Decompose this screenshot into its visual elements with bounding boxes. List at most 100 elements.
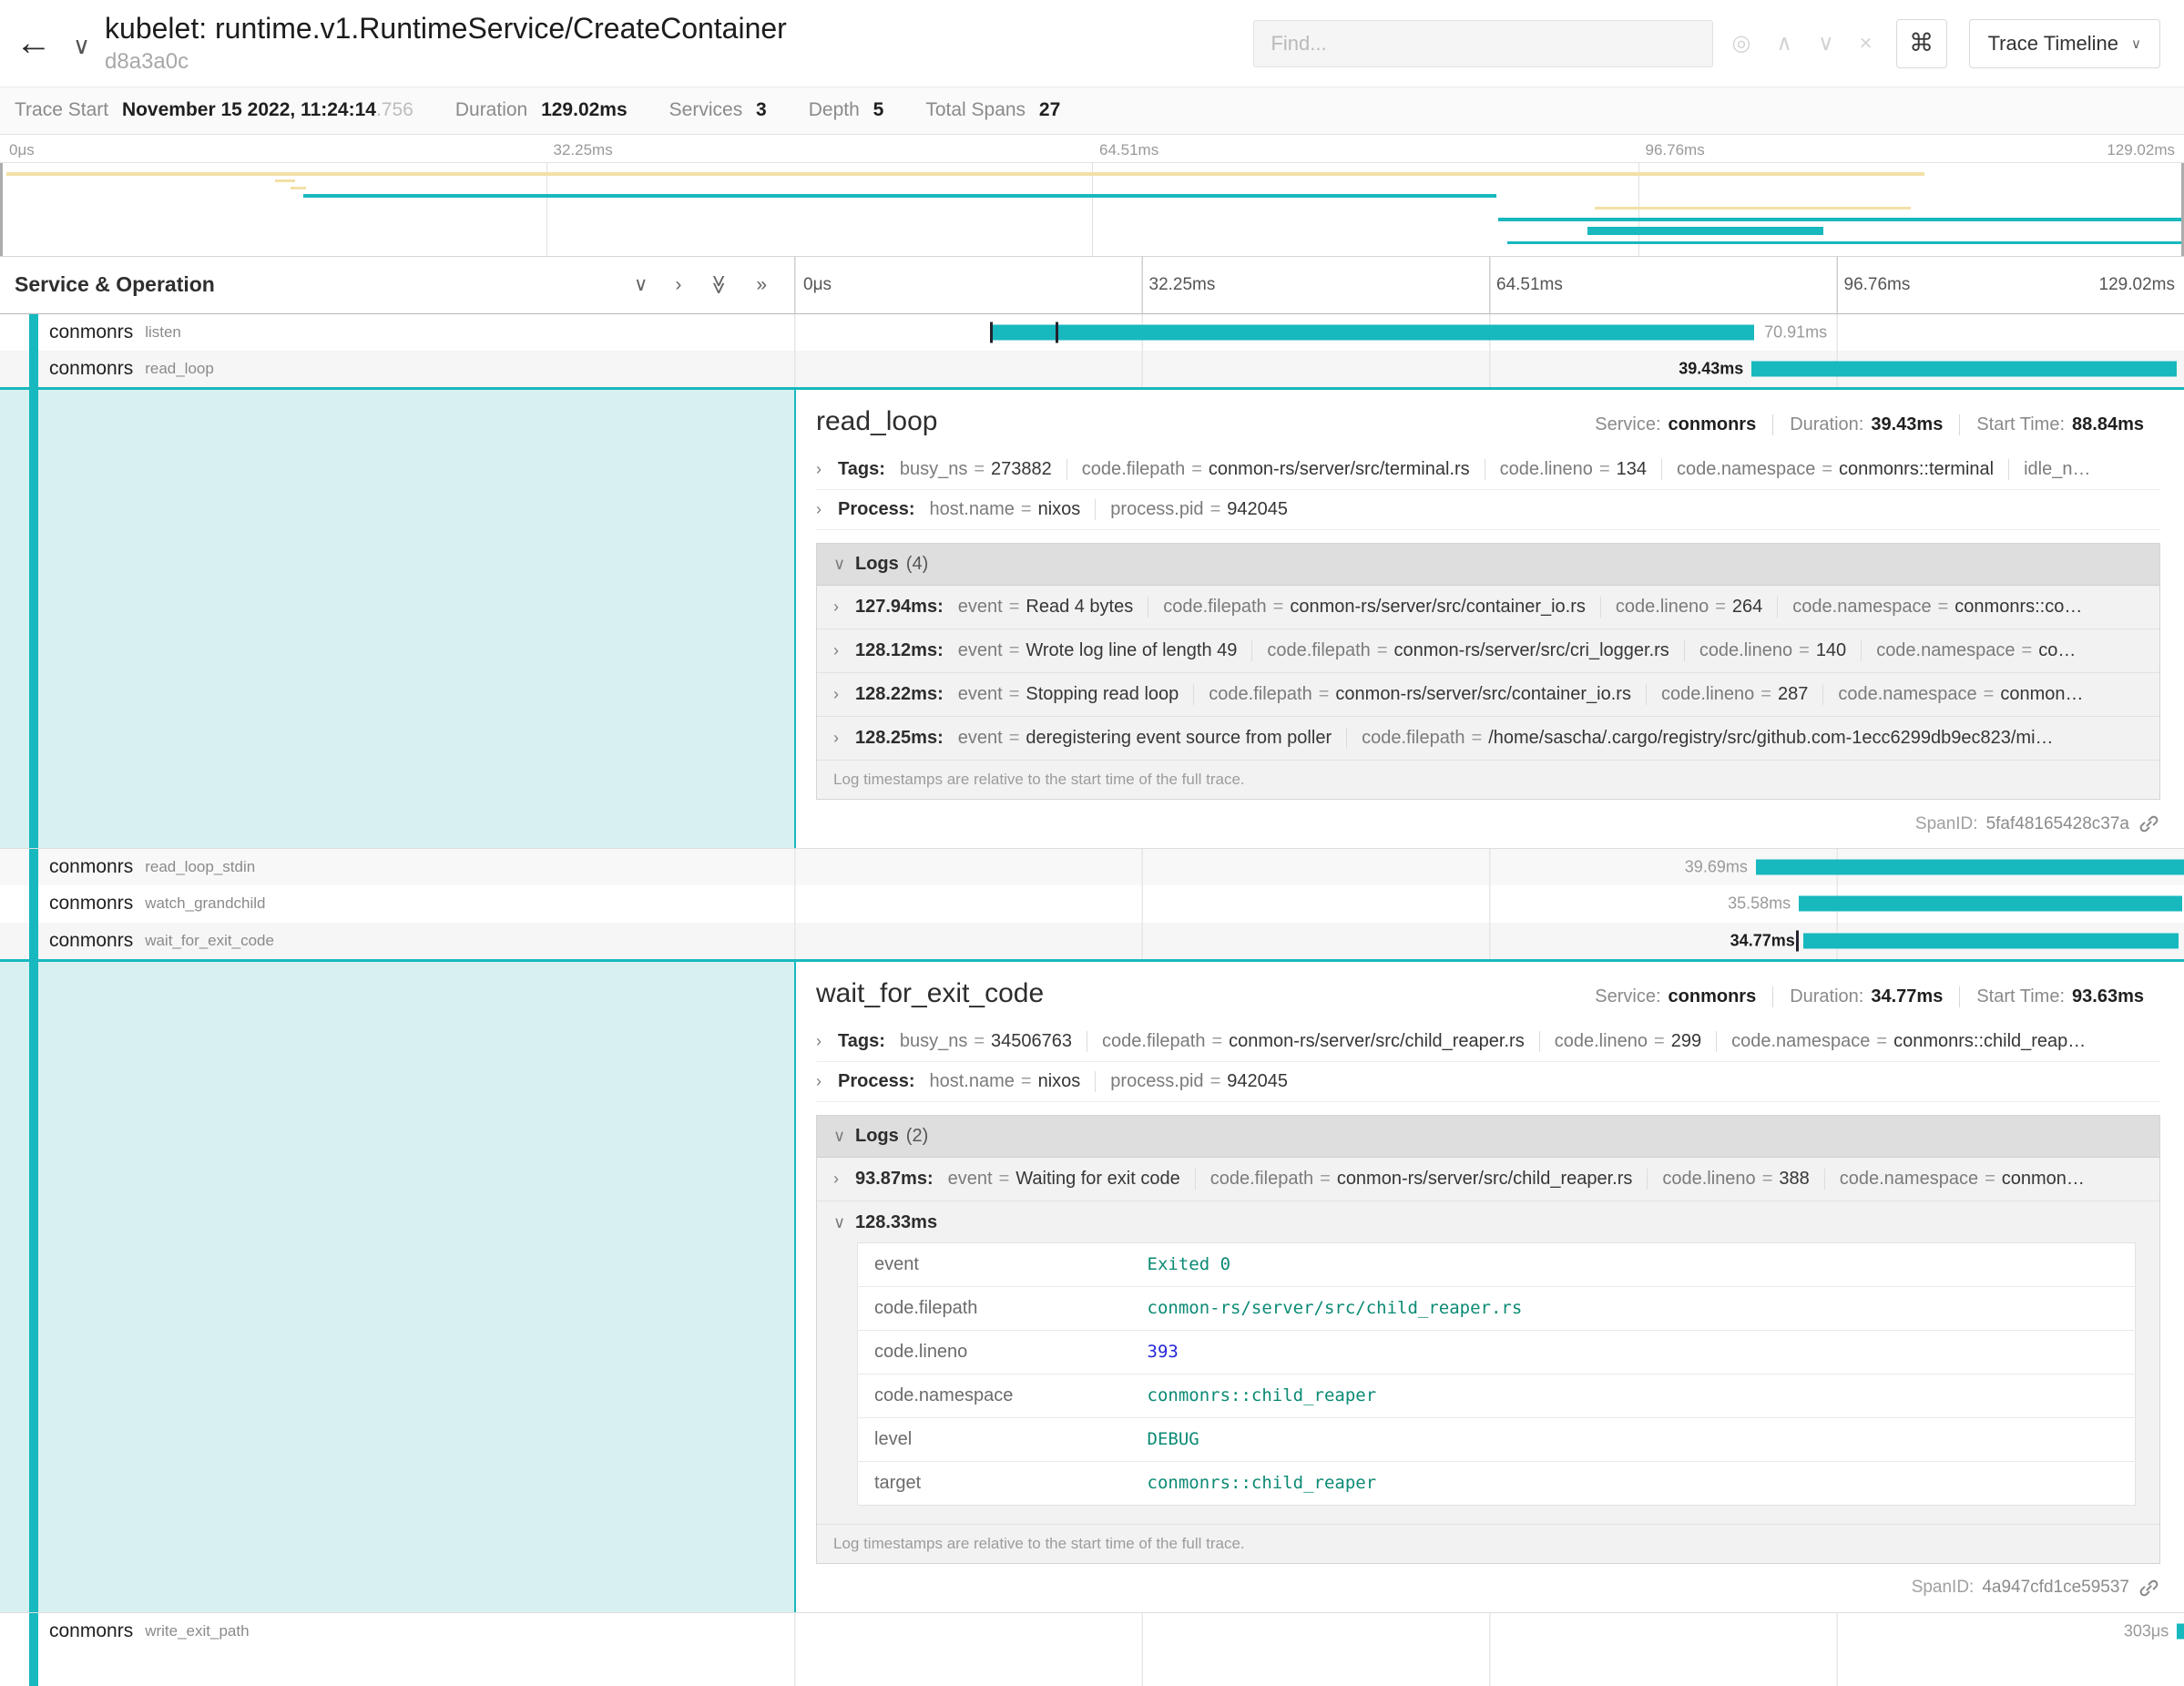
tags-row[interactable]: › Tags: busy_ns=34506763code.filepath=co… (816, 1022, 2160, 1062)
span-detail-panel: wait_for_exit_code Service:conmonrs Dura… (794, 962, 2184, 1612)
span-timeline-cell[interactable] (794, 1650, 2184, 1686)
field: code.filepath=conmon-rs/server/src/termi… (1066, 459, 1485, 480)
duration-label: Duration: (1790, 414, 1863, 434)
next-result-icon[interactable]: ∨ (1818, 30, 1834, 56)
process-row[interactable]: › Process: host.name=nixosprocess.pid=94… (816, 490, 2160, 530)
log-entry-expanded[interactable]: ∨ 128.33ms eventExited 0code.filepathcon… (817, 1201, 2159, 1525)
log-entry[interactable]: › 93.87ms: event=Waiting for exit codeco… (817, 1158, 2159, 1201)
minimap-graph[interactable] (0, 162, 2184, 256)
trace-view-dropdown[interactable]: Trace Timeline ∨ (1969, 19, 2160, 68)
field: code.filepath=/home/sascha/.cargo/regist… (1346, 728, 2067, 749)
span-bar[interactable] (1751, 362, 2177, 377)
span-timeline-cell[interactable]: 34.77ms (794, 923, 2184, 959)
start-time-label: Start Time: (1976, 414, 2065, 434)
depth-label: Depth (809, 99, 860, 120)
span-bar[interactable] (990, 324, 1754, 340)
minimap-span-segment (1498, 218, 2184, 221)
field: event=Waiting for exit code (934, 1169, 1195, 1190)
double-chevron-down-icon[interactable]: ≫ (708, 275, 730, 295)
field: idle_n… (2008, 459, 2105, 480)
copy-link-icon[interactable] (2138, 812, 2160, 835)
span-timeline-cell[interactable]: 35.58ms (794, 885, 2184, 922)
field: event=Read 4 bytes (944, 597, 1148, 618)
span-name-cell[interactable]: conmonrs listen (0, 314, 794, 351)
trace-duration: Duration 129.02ms (455, 99, 628, 121)
span-bar[interactable] (1756, 860, 2184, 875)
field: code.namespace=co… (1861, 640, 2090, 661)
detail-start-time: Start Time:93.63ms (1959, 986, 2160, 1007)
chevron-down-icon: ∨ (2131, 36, 2141, 52)
minimap-tick: 129.02ms (2107, 141, 2175, 159)
span-name-cell[interactable]: conmonrs wait_for_exit_code (0, 923, 794, 959)
span-timeline-cell[interactable]: 70.91ms (794, 314, 2184, 351)
span-timeline-cell[interactable]: 39.43ms (794, 351, 2184, 387)
chevron-down-icon: ∨ (833, 555, 855, 574)
span-row-wait-for-exit-code: conmonrs wait_for_exit_code 34.77ms (0, 923, 2184, 962)
service-operation-title: Service & Operation (15, 272, 634, 297)
trace-total-spans: Total Spans 27 (925, 99, 1060, 121)
logs-header[interactable]: ∨ Logs (4) (817, 544, 2159, 586)
trace-start: Trace Start November 15 2022, 11:24:14.7… (15, 99, 413, 121)
log-entry[interactable]: › 128.12ms: event=Wrote log line of leng… (817, 629, 2159, 673)
back-button[interactable]: ← (0, 0, 67, 87)
logs-header[interactable]: ∨ Logs (2) (817, 1116, 2159, 1158)
field: code.filepath=conmon-rs/server/src/child… (1087, 1031, 1539, 1052)
copy-link-icon[interactable] (2138, 1577, 2160, 1599)
span-row-write-exit-path: conmonrs write_exit_path 303μs (0, 1613, 2184, 1650)
span-name-cell[interactable]: conmonrs write_exit_path (0, 1613, 794, 1650)
field: process.pid=942045 (1095, 499, 1302, 520)
service-color-strip (29, 390, 38, 848)
span-detail-meta: Service:conmonrs Duration:39.43ms Start … (1595, 414, 2160, 435)
field: code.namespace=conmonrs::terminal (1661, 459, 2008, 480)
clear-search-icon[interactable]: × (1860, 31, 1873, 56)
chevron-down-icon[interactable]: ∨ (634, 273, 648, 296)
double-chevron-right-icon[interactable]: » (756, 273, 767, 296)
log-timestamp: 128.22ms: (855, 684, 944, 705)
span-bar[interactable] (1803, 933, 2179, 948)
chevron-right-icon[interactable]: › (675, 273, 681, 296)
log-fields-table-body: eventExited 0code.filepathconmon-rs/serv… (858, 1242, 2136, 1505)
span-timeline-cell[interactable]: 39.69ms (794, 849, 2184, 885)
process-label: Process: (838, 499, 915, 520)
match-icon[interactable]: ◎ (1731, 30, 1750, 56)
span-name-cell[interactable] (0, 1650, 794, 1686)
span-bar[interactable] (1799, 896, 2182, 912)
span-bar[interactable] (2177, 1623, 2184, 1639)
trace-header-collapse-toggle[interactable]: ∨ (73, 32, 90, 60)
span-name-cell[interactable]: conmonrs read_loop (0, 351, 794, 387)
log-entry-header[interactable]: ∨ 128.33ms (833, 1212, 2143, 1233)
span-name-cell[interactable]: conmonrs read_loop_stdin (0, 849, 794, 885)
field: event=deregistering event source from po… (944, 728, 1346, 749)
keyboard-shortcuts-button[interactable]: ⌘ (1896, 19, 1947, 68)
service-color-strip (29, 885, 38, 922)
span-name-cell[interactable]: conmonrs watch_grandchild (0, 885, 794, 922)
log-field-row: targetconmonrs::child_reaper (858, 1461, 2136, 1505)
chevron-down-icon: ∨ (73, 32, 90, 59)
field: host.name=nixos (915, 1071, 1096, 1092)
field: event=Stopping read loop (944, 684, 1194, 705)
duration-label: Duration: (1790, 986, 1863, 1006)
span-timeline-cell[interactable]: 303μs (794, 1613, 2184, 1650)
service-name: conmonrs (49, 856, 133, 878)
minimap-tick: 64.51ms (1099, 141, 1158, 159)
timeline-column-header: Service & Operation ∨ › ≫ » 0μs 32.25ms … (0, 257, 2184, 314)
field: code.lineno=388 (1647, 1169, 1823, 1190)
minimap-scrubber-left[interactable] (0, 163, 3, 256)
prev-result-icon[interactable]: ∧ (1776, 30, 1792, 56)
span-detail-title: read_loop (816, 406, 1595, 437)
process-row[interactable]: › Process: host.name=nixosprocess.pid=94… (816, 1062, 2160, 1102)
trace-depth: Depth 5 (809, 99, 884, 121)
log-entry[interactable]: › 128.25ms: event=deregistering event so… (817, 717, 2159, 761)
operation-name: write_exit_path (145, 1622, 249, 1640)
trace-minimap[interactable]: 0μs 32.25ms 64.51ms 96.76ms 129.02ms (0, 135, 2184, 257)
service-color-strip (29, 314, 38, 351)
minimap-gridline (546, 163, 547, 256)
span-id-label: SpanID: (1912, 1578, 1975, 1598)
chevron-right-icon: › (833, 729, 855, 748)
find-input[interactable] (1253, 20, 1713, 67)
log-entry[interactable]: › 127.94ms: event=Read 4 bytescode.filep… (817, 586, 2159, 629)
tags-row[interactable]: › Tags: busy_ns=273882code.filepath=conm… (816, 450, 2160, 490)
minimap-gridline (1092, 163, 1093, 256)
service-name: conmonrs (49, 930, 133, 952)
log-entry[interactable]: › 128.22ms: event=Stopping read loopcode… (817, 673, 2159, 717)
